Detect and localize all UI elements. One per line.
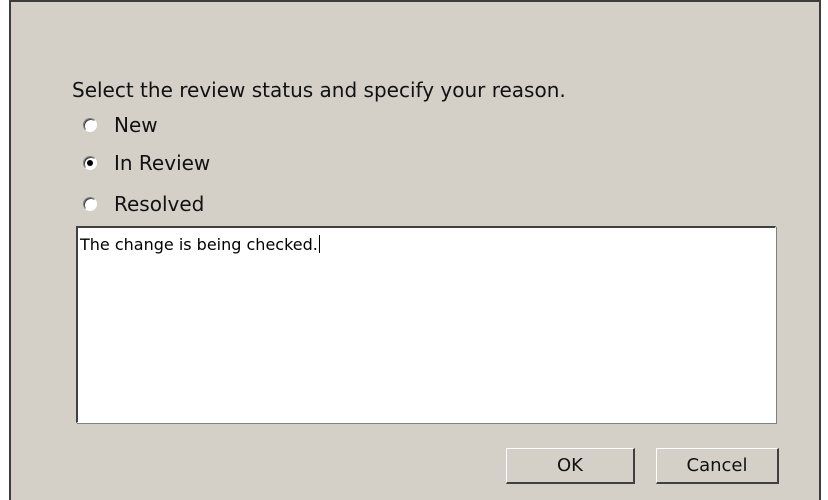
radio-in-review[interactable] xyxy=(83,156,97,170)
ok-button[interactable]: OK xyxy=(506,448,635,484)
review-status-dialog: Select the review status and specify you… xyxy=(9,0,821,500)
reason-text: The change is being checked. xyxy=(80,235,318,254)
reason-textarea[interactable]: The change is being checked. xyxy=(76,226,776,423)
text-caret xyxy=(318,235,320,253)
radio-option-in-review[interactable]: In Review xyxy=(83,149,210,177)
radio-option-new[interactable]: New xyxy=(83,111,158,139)
radio-resolved[interactable] xyxy=(83,197,97,211)
radio-label-new: New xyxy=(114,113,158,137)
cancel-button[interactable]: Cancel xyxy=(656,448,779,484)
radio-label-resolved: Resolved xyxy=(114,192,205,216)
dialog-prompt: Select the review status and specify you… xyxy=(72,78,566,102)
radio-label-in-review: In Review xyxy=(114,151,211,175)
radio-new[interactable] xyxy=(83,118,97,132)
radio-option-resolved[interactable]: Resolved xyxy=(83,190,204,218)
